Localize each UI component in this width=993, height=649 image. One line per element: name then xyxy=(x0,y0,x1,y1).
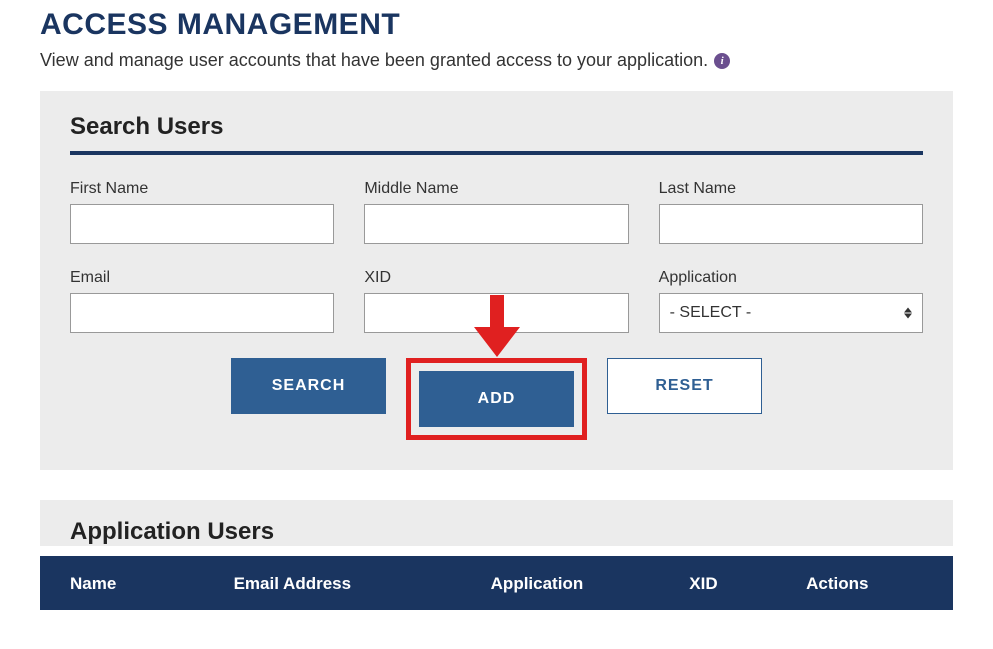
add-button[interactable]: ADD xyxy=(419,371,574,427)
email-field: Email xyxy=(70,269,334,333)
first-name-label: First Name xyxy=(70,180,334,198)
last-name-field: Last Name xyxy=(659,180,923,244)
email-label: Email xyxy=(70,269,334,287)
info-icon[interactable]: i xyxy=(714,53,730,69)
application-label: Application xyxy=(659,269,923,287)
column-header-email: Email Address xyxy=(234,574,491,594)
add-button-highlight: ADD xyxy=(406,358,587,440)
panel-divider xyxy=(70,151,923,155)
button-row: SEARCH ADD RESET xyxy=(70,358,923,440)
xid-label: XID xyxy=(364,269,628,287)
search-users-panel: Search Users First Name Middle Name Last… xyxy=(40,91,953,470)
application-field: Application - SELECT - xyxy=(659,269,923,333)
form-row-1: First Name Middle Name Last Name xyxy=(70,180,923,244)
page-title: ACCESS MANAGEMENT xyxy=(40,0,953,42)
middle-name-label: Middle Name xyxy=(364,180,628,198)
column-header-xid: XID xyxy=(689,574,806,594)
form-row-2: Email XID Application - SELECT - xyxy=(70,269,923,333)
column-header-actions: Actions xyxy=(806,574,923,594)
application-select-value: - SELECT - xyxy=(670,304,752,322)
column-header-name: Name xyxy=(70,574,234,594)
last-name-input[interactable] xyxy=(659,204,923,244)
first-name-input[interactable] xyxy=(70,204,334,244)
search-button[interactable]: SEARCH xyxy=(231,358,386,414)
search-users-title: Search Users xyxy=(70,113,923,141)
middle-name-field: Middle Name xyxy=(364,180,628,244)
reset-button[interactable]: RESET xyxy=(607,358,762,414)
page-subtitle-text: View and manage user accounts that have … xyxy=(40,50,708,71)
application-select[interactable]: - SELECT - xyxy=(659,293,923,333)
users-table-header: Name Email Address Application XID Actio… xyxy=(40,556,953,610)
application-users-title: Application Users xyxy=(70,518,923,546)
email-input[interactable] xyxy=(70,293,334,333)
xid-input[interactable] xyxy=(364,293,628,333)
first-name-field: First Name xyxy=(70,180,334,244)
last-name-label: Last Name xyxy=(659,180,923,198)
middle-name-input[interactable] xyxy=(364,204,628,244)
column-header-application: Application xyxy=(491,574,690,594)
xid-field: XID xyxy=(364,269,628,333)
select-sort-icon xyxy=(904,308,912,319)
page-subtitle: View and manage user accounts that have … xyxy=(40,50,953,71)
application-users-panel: Application Users xyxy=(40,500,953,546)
